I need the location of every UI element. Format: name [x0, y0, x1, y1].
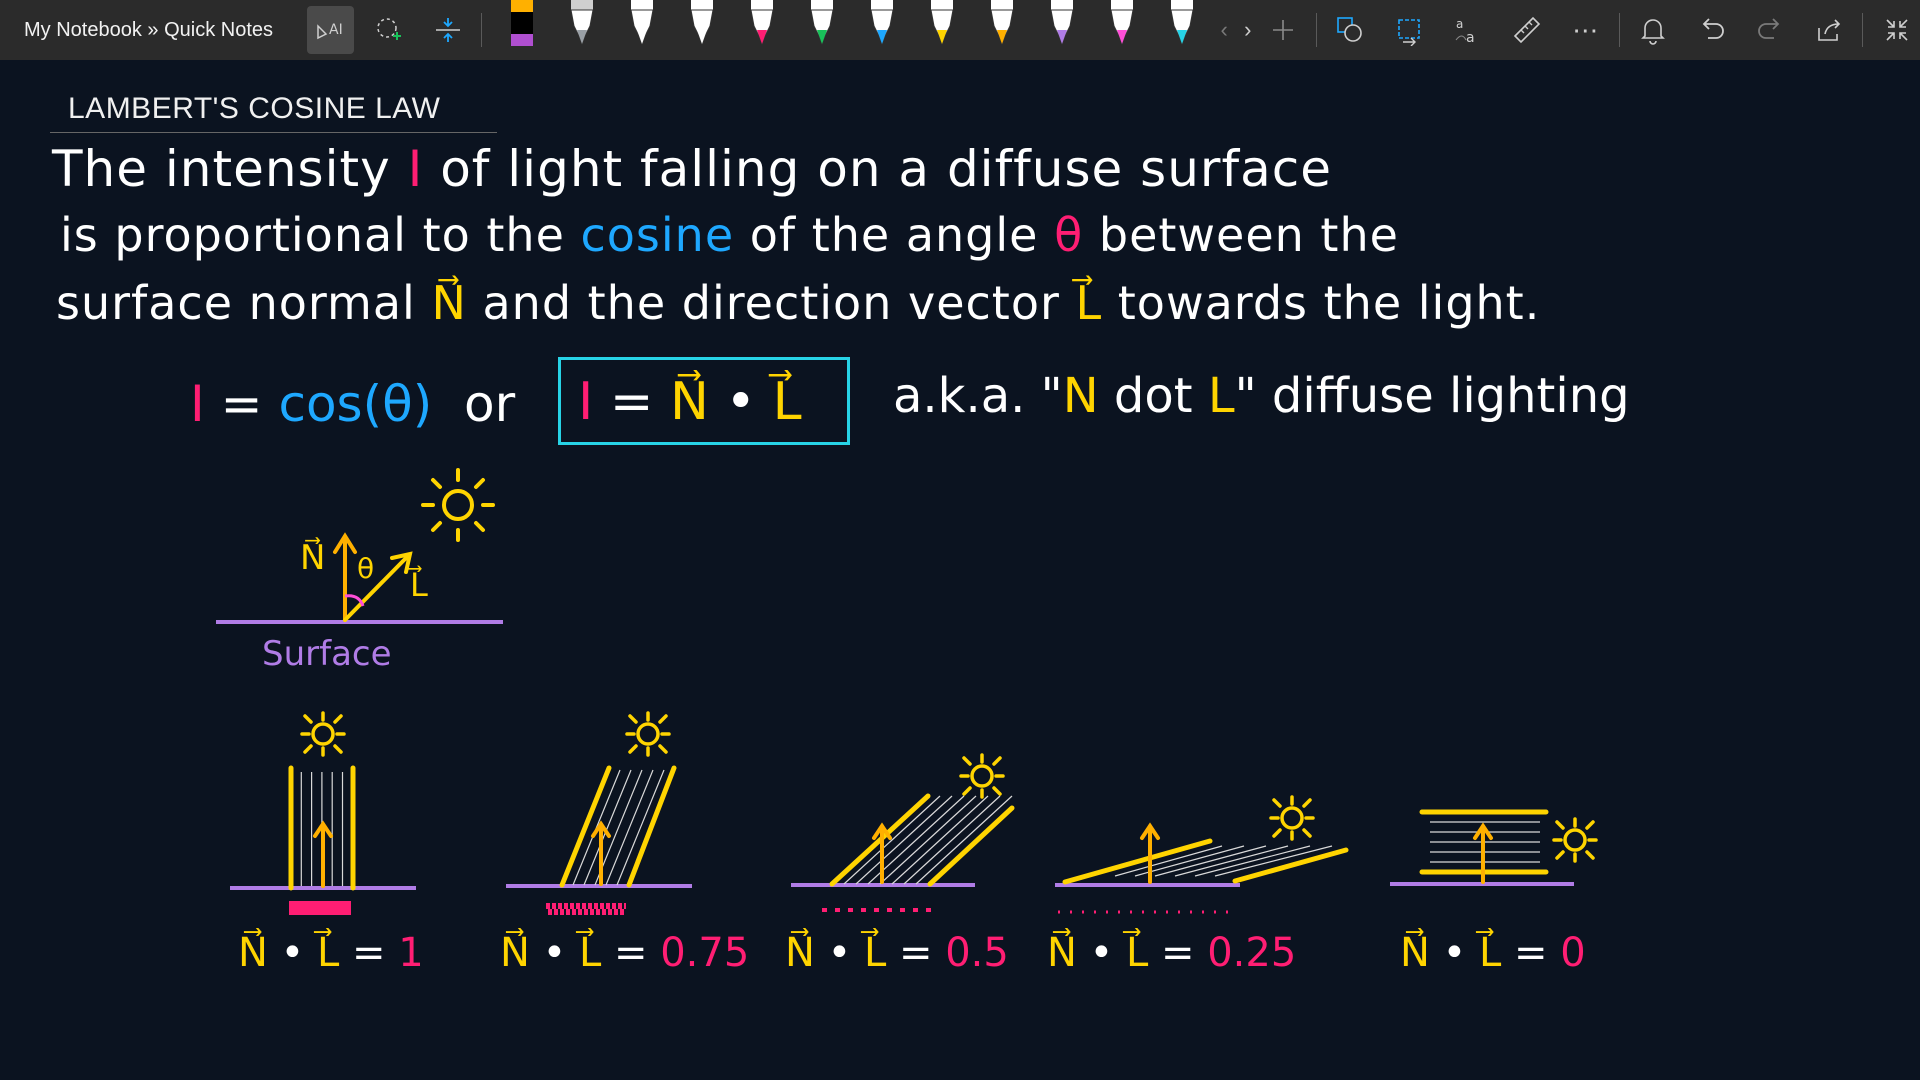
dot-product-value: 0.75 — [660, 930, 750, 976]
light-ray — [915, 795, 1013, 885]
sun-icon — [1552, 817, 1598, 863]
light-ray — [855, 795, 953, 885]
light-beam-edge — [927, 805, 1015, 887]
example-equation[interactable]: N⃗ • L⃗ = 0.25 — [1047, 930, 1296, 976]
sun-icon — [959, 753, 1005, 799]
light-ray — [843, 795, 941, 885]
dot-product-value: 0.25 — [1207, 930, 1297, 976]
examples-drawing — [230, 711, 1598, 915]
light-ray — [903, 795, 1001, 885]
sun-icon — [1269, 795, 1315, 841]
intensity-mark — [289, 901, 351, 915]
example-equation[interactable]: N⃗ • L⃗ = 0.75 — [500, 930, 749, 976]
dot-product-value: 1 — [398, 930, 424, 976]
sun-icon — [625, 711, 671, 757]
light-ray — [891, 795, 989, 885]
example-equation[interactable]: N⃗ • L⃗ = 0 — [1400, 930, 1586, 976]
example-equation[interactable]: N⃗ • L⃗ = 0.5 — [785, 930, 1009, 976]
normal-arrow — [591, 820, 611, 886]
light-ray — [879, 795, 977, 885]
light-beam-edge — [1232, 847, 1349, 884]
dot-product-value: 0 — [1560, 930, 1586, 976]
normal-arrow — [313, 820, 333, 888]
example-equation[interactable]: N⃗ • L⃗ = 1 — [238, 930, 424, 976]
dot-product-value: 0.5 — [945, 930, 1009, 976]
sun-icon — [300, 711, 346, 757]
intensity-mark — [546, 903, 626, 915]
